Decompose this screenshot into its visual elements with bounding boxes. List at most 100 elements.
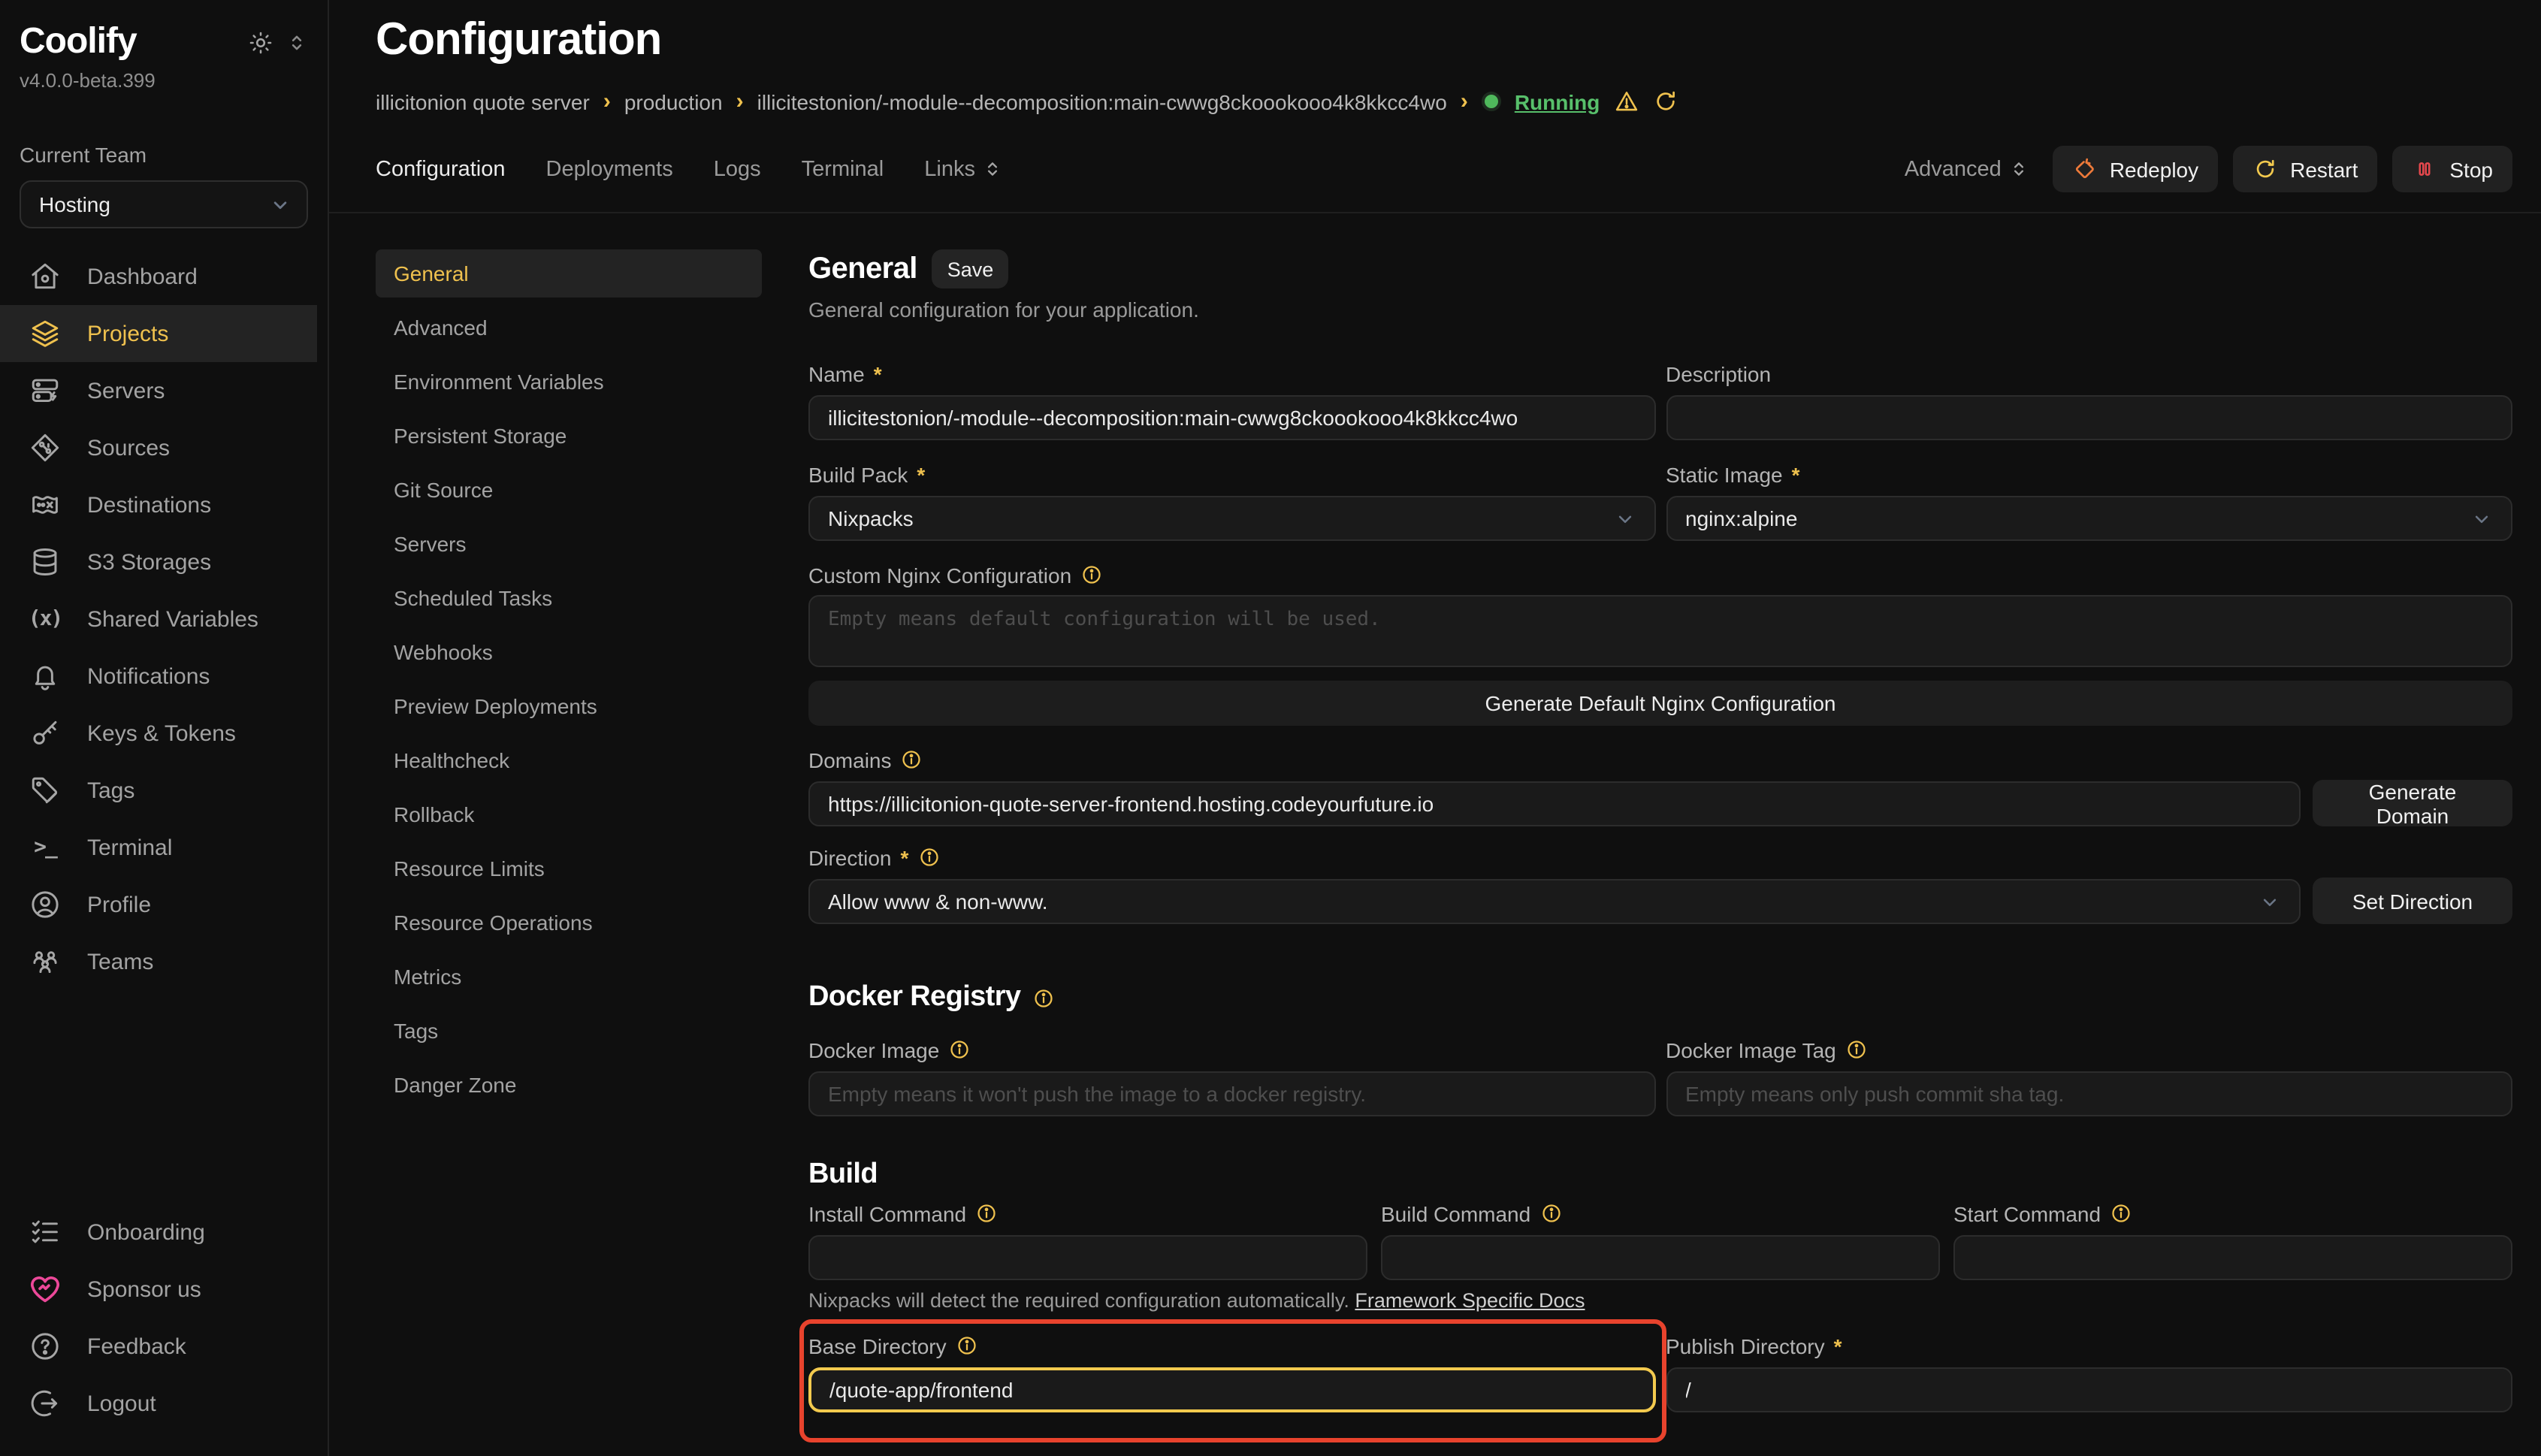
custom-nginx-textarea[interactable] <box>808 595 2512 667</box>
advanced-dropdown[interactable]: Advanced <box>1905 157 2029 181</box>
destination-icon <box>29 488 62 521</box>
terminal-icon: >_ <box>29 831 62 864</box>
name-input[interactable] <box>808 395 1655 440</box>
subnav-item-resource-limits[interactable]: Resource Limits <box>376 844 762 893</box>
description-field: Description <box>1666 361 2512 440</box>
static-image-select[interactable]: nginx:alpine <box>1666 496 2512 541</box>
tab-logs[interactable]: Logs <box>714 157 761 181</box>
generate-nginx-config-button[interactable]: Generate Default Nginx Configuration <box>808 681 2512 726</box>
sidebar-item-label: Destinations <box>87 492 211 518</box>
subnav-item-webhooks[interactable]: Webhooks <box>376 628 762 676</box>
info-icon[interactable] <box>1845 1038 1868 1061</box>
theme-selector-icon[interactable] <box>287 33 307 53</box>
refresh-icon[interactable] <box>1652 89 1678 114</box>
restart-button[interactable]: Restart <box>2233 146 2377 192</box>
sidebar-item-dashboard[interactable]: Dashboard <box>0 248 317 305</box>
warning-icon[interactable] <box>1613 89 1639 114</box>
domains-input[interactable] <box>808 781 2301 826</box>
domains-field: Domains <box>808 747 2301 826</box>
static-image-field: Static Image* nginx:alpine <box>1666 461 2512 541</box>
direction-row: Direction* Allow www & non-www. Set Dire… <box>808 844 2512 924</box>
docker-image-tag-field: Docker Image Tag <box>1666 1037 2512 1116</box>
base-directory-field: Base Directory <box>808 1333 1655 1412</box>
sidebar-item-feedback[interactable]: Feedback <box>0 1318 317 1375</box>
subnav-item-git-source[interactable]: Git Source <box>376 466 762 514</box>
sidebar-item-profile[interactable]: Profile <box>0 876 317 933</box>
sidebar-item-notifications[interactable]: Notifications <box>0 648 317 705</box>
sidebar-item-tags[interactable]: Tags <box>0 762 317 819</box>
variables-icon: (x) <box>29 603 62 636</box>
subnav-item-general[interactable]: General <box>376 249 762 298</box>
subnav-item-metrics[interactable]: Metrics <box>376 953 762 1001</box>
docker-image-tag-input[interactable] <box>1666 1071 2512 1116</box>
framework-docs-link[interactable]: Framework Specific Docs <box>1355 1289 1585 1312</box>
sidebar-item-teams[interactable]: Teams <box>0 933 317 990</box>
subnav-item-rollback[interactable]: Rollback <box>376 790 762 838</box>
breadcrumb-environment[interactable]: production <box>624 89 723 113</box>
users-icon <box>29 945 62 978</box>
subnav-item-danger-zone[interactable]: Danger Zone <box>376 1061 762 1109</box>
redeploy-icon <box>2072 156 2098 182</box>
subnav-item-advanced[interactable]: Advanced <box>376 304 762 352</box>
info-icon[interactable] <box>1032 986 1055 1009</box>
restart-icon <box>2252 156 2278 182</box>
base-directory-input[interactable] <box>808 1367 1655 1412</box>
set-direction-button[interactable]: Set Direction <box>2313 878 2512 924</box>
app-logo[interactable]: Coolify <box>20 21 137 63</box>
sidebar-item-label: Projects <box>87 321 168 346</box>
redeploy-button[interactable]: Redeploy <box>2053 146 2218 192</box>
tab-deployments[interactable]: Deployments <box>546 157 673 181</box>
subnav-item-servers[interactable]: Servers <box>376 520 762 568</box>
sidebar-item-servers[interactable]: Servers <box>0 362 317 419</box>
status-running-link[interactable]: Running <box>1515 89 1600 113</box>
save-button[interactable]: Save <box>932 249 1009 288</box>
subnav-item-environment-variables[interactable]: Environment Variables <box>376 358 762 406</box>
sidebar-item-terminal[interactable]: >_ Terminal <box>0 819 317 876</box>
start-command-input[interactable] <box>1953 1235 2512 1280</box>
docker-image-input[interactable] <box>808 1071 1655 1116</box>
tab-links[interactable]: Links <box>924 157 1002 181</box>
breadcrumb-application[interactable]: illicitestonion/-module--decomposition:m… <box>757 89 1447 113</box>
subnav-item-persistent-storage[interactable]: Persistent Storage <box>376 412 762 460</box>
info-icon[interactable] <box>2110 1202 2132 1225</box>
subnav-item-resource-operations[interactable]: Resource Operations <box>376 899 762 947</box>
section-title-build: Build <box>808 1158 878 1192</box>
subnav-item-tags[interactable]: Tags <box>376 1007 762 1055</box>
sidebar-item-sources[interactable]: Sources <box>0 419 317 476</box>
info-icon[interactable] <box>975 1202 998 1225</box>
info-icon[interactable] <box>1080 563 1103 586</box>
description-input[interactable] <box>1666 395 2512 440</box>
tab-configuration[interactable]: Configuration <box>376 157 506 181</box>
build-command-input[interactable] <box>1381 1235 1940 1280</box>
sidebar-item-sponsor[interactable]: Sponsor us <box>0 1261 317 1318</box>
sidebar-item-keys-tokens[interactable]: Keys & Tokens <box>0 705 317 762</box>
sidebar-item-shared-variables[interactable]: (x) Shared Variables <box>0 591 317 648</box>
theme-sun-icon[interactable] <box>248 30 273 56</box>
direction-select[interactable]: Allow www & non-www. <box>808 879 2301 924</box>
install-command-input[interactable] <box>808 1235 1367 1280</box>
name-field: Name* <box>808 361 1655 440</box>
publish-directory-input[interactable] <box>1666 1367 2512 1412</box>
sidebar-item-destinations[interactable]: Destinations <box>0 476 317 533</box>
sidebar-item-projects[interactable]: Projects <box>0 305 317 362</box>
chevron-down-icon <box>269 193 292 216</box>
info-icon[interactable] <box>1539 1202 1562 1225</box>
build-pack-select[interactable]: Nixpacks <box>808 496 1655 541</box>
sidebar-item-label: Shared Variables <box>87 606 258 632</box>
stop-button[interactable]: Stop <box>2392 146 2512 192</box>
info-icon[interactable] <box>948 1038 971 1061</box>
generate-domain-button[interactable]: Generate Domain <box>2313 780 2512 826</box>
subnav-item-healthcheck[interactable]: Healthcheck <box>376 736 762 784</box>
info-icon[interactable] <box>956 1334 978 1357</box>
team-select[interactable]: Hosting <box>20 180 308 228</box>
sidebar-item-onboarding[interactable]: Onboarding <box>0 1204 317 1261</box>
subnav-item-scheduled-tasks[interactable]: Scheduled Tasks <box>376 574 762 622</box>
info-icon[interactable] <box>901 748 923 771</box>
tab-terminal[interactable]: Terminal <box>802 157 884 181</box>
subnav-item-preview-deployments[interactable]: Preview Deployments <box>376 682 762 730</box>
breadcrumb-project[interactable]: illicitonion quote server <box>376 89 590 113</box>
info-icon[interactable] <box>917 846 940 868</box>
sidebar-item-s3-storages[interactable]: S3 Storages <box>0 533 317 591</box>
tag-icon <box>29 774 62 807</box>
sidebar-item-logout[interactable]: Logout <box>0 1375 317 1432</box>
